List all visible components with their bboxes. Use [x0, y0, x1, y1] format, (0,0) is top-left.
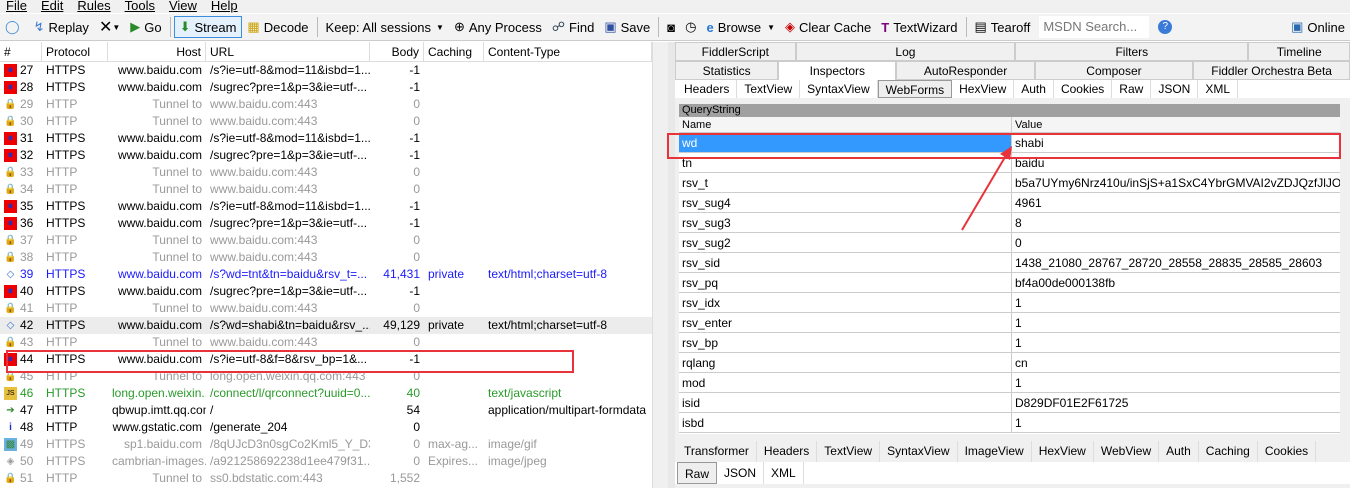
annotation-arrow [961, 146, 1012, 231]
